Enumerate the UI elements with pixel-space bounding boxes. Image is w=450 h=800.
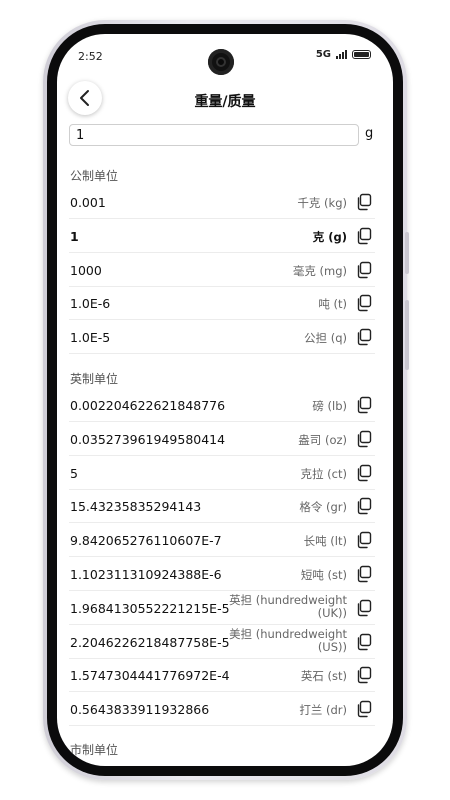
conversion-row: 5 克拉 (ct) — [69, 456, 375, 490]
conversion-row: 15.43235835294143 格令 (gr) — [69, 489, 375, 524]
app-screen: 2:52 5G 重量/质量 g 公制单位 0.001千克 (kg)1克 (g)1… — [57, 34, 393, 766]
unit-label: 盎司 (oz) — [298, 432, 347, 447]
conversion-row: 1000 毫克 (mg) — [69, 253, 375, 287]
conversion-value: 1000 — [70, 262, 102, 278]
copy-icon[interactable] — [355, 700, 373, 718]
signal-icon — [336, 50, 347, 59]
conversion-row: 1.9684130552221215E-5 英担 (hundredweight (… — [69, 591, 375, 625]
conversion-value: 0.035273961949580414 — [70, 431, 226, 447]
battery-icon — [352, 50, 371, 59]
copy-icon[interactable] — [355, 227, 373, 245]
status-time: 2:52 — [78, 50, 103, 63]
copy-icon[interactable] — [355, 430, 373, 448]
copy-icon[interactable] — [355, 497, 373, 515]
unit-label: 吨 (t) — [318, 297, 347, 312]
conversion-row: 9.842065276110607E-7 长吨 (lt) — [69, 523, 375, 558]
copy-icon[interactable] — [355, 666, 373, 684]
conversion-row: 1 克 (g) — [69, 219, 375, 253]
conversion-value: 0.001 — [70, 195, 106, 210]
section-title-imperial: 英制单位 — [70, 372, 119, 386]
conversion-value: 1.5747304441776972E-4 — [70, 668, 230, 684]
conversion-row: 2.2046226218487758E-5 美担 (hundredweight (… — [69, 625, 375, 659]
conversion-value: 15.43235835294143 — [70, 499, 202, 515]
section-title-metric: 公制单位 — [70, 169, 119, 183]
conversion-value: 9.842065276110607E-7 — [70, 533, 222, 549]
conversion-row: 0.001 千克 (kg) — [69, 185, 375, 219]
input-unit-label: g — [365, 126, 374, 141]
unit-label: 公担 (q) — [304, 331, 347, 346]
status-indicators: 5G — [316, 49, 371, 60]
unit-label: 长吨 (lt) — [303, 534, 347, 549]
conversion-value: 0.002204622621848776 — [70, 398, 226, 413]
copy-icon[interactable] — [355, 599, 373, 617]
copy-icon[interactable] — [355, 565, 373, 583]
conversion-row: 0.5643833911932866 打兰 (dr) — [69, 692, 375, 727]
unit-label: 美担 (hundredweight (US)) — [229, 626, 347, 654]
copy-icon[interactable] — [355, 193, 373, 211]
conversion-value: 1.102311310924388E-6 — [70, 567, 222, 582]
page-title: 重量/质量 — [194, 94, 256, 110]
copy-icon[interactable] — [355, 294, 373, 312]
unit-label: 格令 (gr) — [299, 500, 347, 515]
conversion-row: 1.0E-5 公担 (q) — [69, 320, 375, 355]
copy-icon[interactable] — [355, 396, 373, 414]
unit-label: 克 (g) — [312, 229, 347, 244]
volume-button — [405, 232, 409, 274]
unit-label: 短吨 (st) — [300, 568, 347, 582]
power-button — [405, 300, 409, 370]
conversion-row: 0.002204622621848776 磅 (lb) — [69, 388, 375, 422]
unit-label: 千克 (kg) — [297, 196, 347, 210]
input-row: g — [69, 124, 381, 150]
front-camera — [208, 49, 234, 75]
unit-label: 英石 (st) — [300, 669, 347, 684]
conversion-row: 1.102311310924388E-6 短吨 (st) — [69, 557, 375, 591]
conversion-row: 0.035273961949580414 盎司 (oz) — [69, 422, 375, 456]
unit-label: 英担 (hundredweight (UK)) — [229, 592, 347, 620]
conversion-value: 1.0E-6 — [70, 296, 111, 312]
conversion-value: 1 — [70, 228, 79, 244]
copy-icon[interactable] — [355, 531, 373, 549]
conversion-value: 1.0E-5 — [70, 330, 111, 346]
unit-label: 毫克 (mg) — [292, 263, 347, 278]
unit-label: 打兰 (dr) — [299, 703, 347, 718]
conversion-value: 5 — [70, 465, 78, 481]
amount-input[interactable] — [69, 124, 359, 146]
conversion-value: 1.9684130552221215E-5 — [70, 600, 230, 616]
unit-label: 克拉 (ct) — [300, 466, 347, 481]
section-title-chinese: 市制单位 — [70, 743, 119, 757]
copy-icon[interactable] — [355, 328, 373, 346]
conversion-row: 1.0E-6 吨 (t) — [69, 286, 375, 321]
copy-icon[interactable] — [355, 633, 373, 651]
conversion-value: 0.5643833911932866 — [70, 702, 210, 718]
copy-icon[interactable] — [355, 261, 373, 279]
conversion-value: 2.2046226218487758E-5 — [70, 634, 230, 650]
network-type: 5G — [315, 49, 331, 60]
copy-icon[interactable] — [355, 464, 373, 482]
conversion-row: 1.5747304441776972E-4 英石 (st) — [69, 658, 375, 693]
unit-label: 磅 (lb) — [312, 399, 347, 413]
